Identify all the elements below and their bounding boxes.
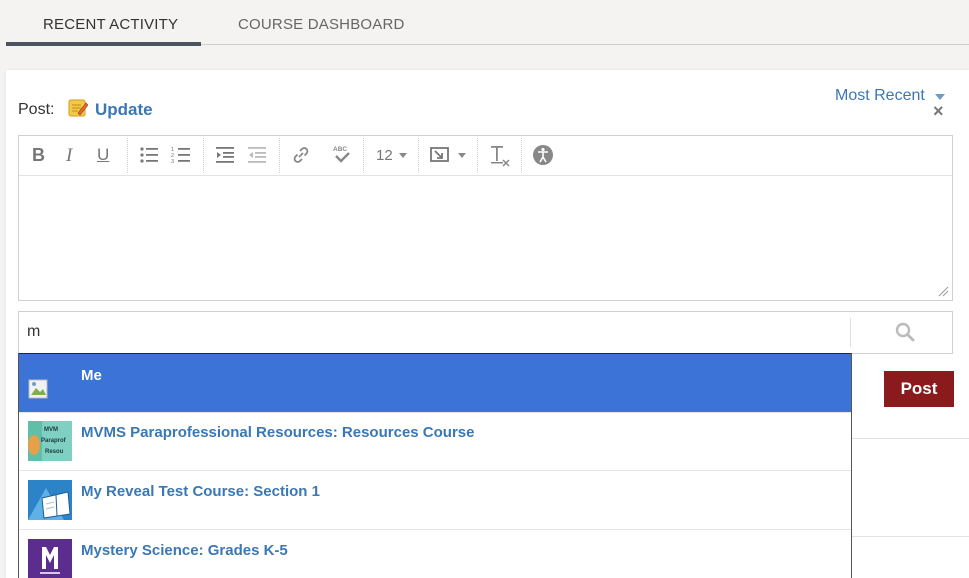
- editor-toolbar: B I U 1 2 3 ABC 12: [19, 136, 952, 176]
- tab-divider: [201, 44, 969, 45]
- toolbar-separator: [477, 138, 479, 173]
- list-item[interactable]: MVM Paraprof Resou MVMS Paraprofessional…: [19, 412, 851, 471]
- update-note-icon: [68, 99, 88, 117]
- search-icon[interactable]: [895, 322, 915, 342]
- bold-button[interactable]: B: [32, 145, 45, 166]
- list-item-label: Me: [81, 367, 102, 384]
- post-type-label: Post:: [18, 101, 55, 118]
- chevron-down-icon[interactable]: [935, 94, 945, 100]
- tab-bar: RECENT ACTIVITY COURSE DASHBOARD: [0, 0, 969, 46]
- list-item-label: MVMS Paraprofessional Resources: Resourc…: [81, 424, 475, 441]
- spellcheck-icon[interactable]: ABC: [331, 144, 353, 166]
- toolbar-separator: [418, 138, 420, 173]
- link-icon[interactable]: [291, 146, 311, 164]
- close-icon[interactable]: ×: [933, 101, 944, 122]
- resize-handle-icon[interactable]: [937, 285, 949, 297]
- search-input-value[interactable]: m: [27, 323, 40, 341]
- font-size-select[interactable]: 12: [376, 147, 393, 164]
- update-post-type-link[interactable]: Update: [95, 100, 153, 120]
- accessibility-icon[interactable]: [532, 144, 554, 166]
- list-item[interactable]: My Reveal Test Course: Section 1: [19, 471, 851, 530]
- active-tab-indicator: [6, 42, 201, 46]
- course-thumbnail: MVM Paraprof Resou: [28, 421, 72, 461]
- chevron-down-icon[interactable]: [458, 153, 466, 158]
- svg-text:3: 3: [171, 159, 174, 164]
- broken-image-icon: [28, 379, 48, 399]
- svg-text:ABC: ABC: [333, 146, 347, 153]
- clear-formatting-icon[interactable]: [489, 145, 511, 167]
- toolbar-separator: [279, 138, 281, 173]
- toolbar-separator: [203, 138, 205, 173]
- numbered-list-icon[interactable]: 1 2 3: [171, 146, 191, 164]
- chevron-down-icon[interactable]: [399, 153, 407, 158]
- search-divider: [850, 318, 851, 347]
- recipient-autocomplete-list: Me MVM Paraprof Resou MVMS Paraprofessio…: [18, 353, 852, 578]
- course-thumbnail: [28, 480, 72, 520]
- italic-button[interactable]: I: [66, 145, 72, 167]
- course-thumbnail: [28, 539, 72, 578]
- list-item[interactable]: Mystery Science: Grades K-5: [19, 530, 851, 578]
- feed-divider: [851, 438, 969, 439]
- rich-text-editor[interactable]: B I U 1 2 3 ABC 12: [18, 135, 953, 301]
- insert-embed-icon[interactable]: [430, 146, 452, 164]
- list-item-label: My Reveal Test Course: Section 1: [81, 483, 320, 500]
- feed-divider: [851, 536, 969, 537]
- outdent-icon[interactable]: [247, 146, 267, 164]
- recipient-search-input[interactable]: m: [18, 311, 953, 354]
- underline-button[interactable]: U: [97, 145, 109, 165]
- indent-icon[interactable]: [215, 146, 235, 164]
- list-item-label: Mystery Science: Grades K-5: [81, 542, 288, 559]
- svg-text:Paraprof: Paraprof: [41, 438, 67, 444]
- sort-dropdown[interactable]: Most Recent: [835, 87, 925, 105]
- toolbar-separator: [363, 138, 365, 173]
- post-button[interactable]: Post: [884, 371, 954, 407]
- svg-text:MVM: MVM: [44, 427, 58, 433]
- bulleted-list-icon[interactable]: [139, 146, 159, 164]
- toolbar-separator: [127, 138, 129, 173]
- list-item[interactable]: Me: [19, 353, 851, 413]
- svg-text:Resou: Resou: [45, 449, 64, 455]
- toolbar-separator: [521, 138, 523, 173]
- tab-recent-activity[interactable]: RECENT ACTIVITY: [43, 16, 178, 33]
- tab-course-dashboard[interactable]: COURSE DASHBOARD: [238, 16, 405, 33]
